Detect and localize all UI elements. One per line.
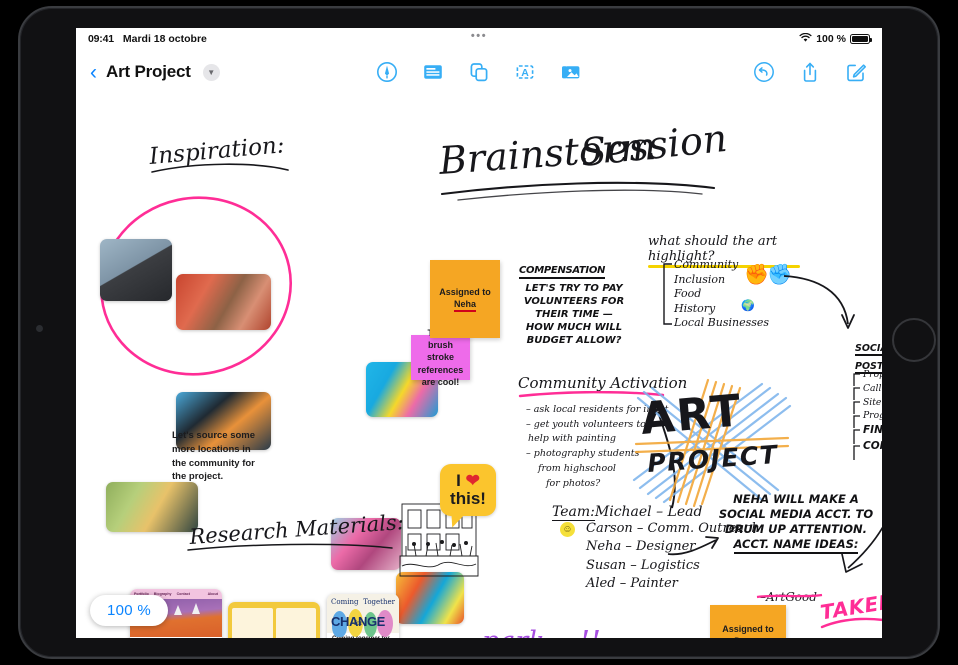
nav-about: About [208,592,218,596]
status-time: 09:41 [88,33,114,45]
team-member-4: Aled – Painter [586,575,760,593]
tool-group: A [375,60,583,84]
compensation-line-2: VOLUNTEERS FOR [519,295,629,308]
compensation-line-4: HOW MUCH WILL [519,321,629,334]
undo-button[interactable] [752,60,776,84]
board-title-handwriting: Brainstorm Session [432,122,732,202]
chevron-down-icon[interactable]: ▼ [203,64,220,81]
sticky-neha-line2: Neha [454,298,476,312]
arrow-team-to-neha-note [666,534,722,560]
sticky-note-tool[interactable] [421,60,445,84]
speech-line-1: I ❤ [456,471,480,490]
svg-text:A: A [521,67,529,79]
social-media-list: Proposed Artwork Call For Submissions Si… [863,368,882,455]
wifi-icon [799,33,812,46]
compensation-heading: COMPENSATION [519,265,605,279]
connector-curve-right [838,454,882,584]
smiley-sticker: ☺ [560,522,575,537]
svg-text:PROJECT: PROJECT [646,440,779,478]
nav-contact: Contact [177,592,190,596]
sticky-neha-line1: Assigned to [439,286,491,298]
social-item-3: Progress photos [863,409,882,423]
zoom-level-indicator[interactable]: 100 % [90,595,168,626]
heart-icon: ❤ [466,471,480,490]
svg-text:ART: ART [639,385,745,445]
action-group [752,60,868,84]
photo-person-arms-up[interactable] [100,239,172,301]
social-item-0: Proposed Artwork [863,368,882,382]
sticky-brush-strokes[interactable]: These brush stroke references are cool! [411,335,470,380]
inspiration-heading: Inspiration: [146,132,316,182]
app-screen: 09:41 Mardi 18 octobre ••• 100 % ‹ Art [76,28,882,638]
source-locations-note: Let's source some more locations in the … [172,429,258,484]
compensation-line-5: BUDGET ALLOW? [519,334,629,347]
svg-text:Session: Session [578,122,729,175]
compensation-block: COMPENSATION LET'S TRY TO PAY VOLUNTEERS… [519,260,629,347]
purple-handwriting-annotation: park ...!! [478,620,678,638]
social-item-4: FINAL [863,423,882,439]
share-button[interactable] [798,60,822,84]
research-materials-heading: Research Materials: [186,514,416,560]
whiteboard-canvas[interactable]: Brainstorm Session Brainstorm Session In… [76,94,882,638]
compensation-line-1: LET'S TRY TO PAY [519,282,629,295]
speech-line-2: this! [450,489,486,508]
team-label: Team: [552,504,595,521]
compensation-line-3: THEIR TIME — [519,308,629,321]
highlight-item-4: Local Businesses [674,316,769,331]
photo-three-friends[interactable] [176,274,271,330]
link-card-table-talk[interactable]: Buffet – Table Talk joinourtabletalk.com [228,602,320,638]
speech-bubble-i-love-this[interactable]: I ❤ this! [440,464,496,516]
sticky-assigned-neha[interactable]: Assigned to Neha [430,260,500,338]
svg-text:park ...!!: park ...!! [482,626,601,638]
text-box-tool[interactable]: A [513,60,537,84]
multitasking-handle[interactable]: ••• [471,30,487,42]
card-art-big: CHANGE [331,614,385,629]
page-title: Art Project [106,62,191,82]
globe-emoji: 🌍 [741,299,755,312]
card-art-line2: Together [363,598,395,606]
card-art-line1: Coming [331,598,358,606]
social-item-1: Call For Submissions [863,382,882,396]
compose-button[interactable] [844,60,868,84]
sticky-danny-line2: Danny [734,635,762,638]
social-item-2: Site "before" photos [863,396,882,410]
photo-kids-jumping[interactable] [106,482,198,532]
status-date: Mardi 18 octobre [123,33,207,45]
front-camera [36,325,43,332]
art-project-logo: ART PROJECT [620,372,800,512]
arrow-to-social-media [782,270,862,342]
sticky-danny-line1: Assigned to [722,623,774,635]
taken-annotation: TAKEN [820,594,882,630]
status-bar: 09:41 Mardi 18 octobre ••• 100 % [76,28,882,50]
list-bracket-left [661,262,675,328]
link-card-coming-together[interactable]: Coming Together for CHANGE Coming togeth… [327,594,399,638]
shapes-tool[interactable] [467,60,491,84]
chevron-left-icon[interactable]: ‹ [90,62,97,83]
social-item-5: COMMUNITY SELF [863,439,882,455]
battery-percent: 100 % [816,33,846,45]
markup-pen-tool[interactable] [375,60,399,84]
social-media-heading-1: SOCIAL MEDIA [855,343,882,356]
home-button[interactable] [892,318,936,362]
team-member-0: Michael – Lead [595,504,703,520]
raised-fist-orange-emoji: ✊ [744,262,769,287]
ipad-device: 09:41 Mardi 18 octobre ••• 100 % ‹ Art [0,0,958,665]
strikethrough-annotation: –ArtGood [756,586,826,610]
media-tool[interactable] [559,60,583,84]
battery-full-icon [850,34,870,44]
app-toolbar: ‹ Art Project ▼ [76,50,882,94]
